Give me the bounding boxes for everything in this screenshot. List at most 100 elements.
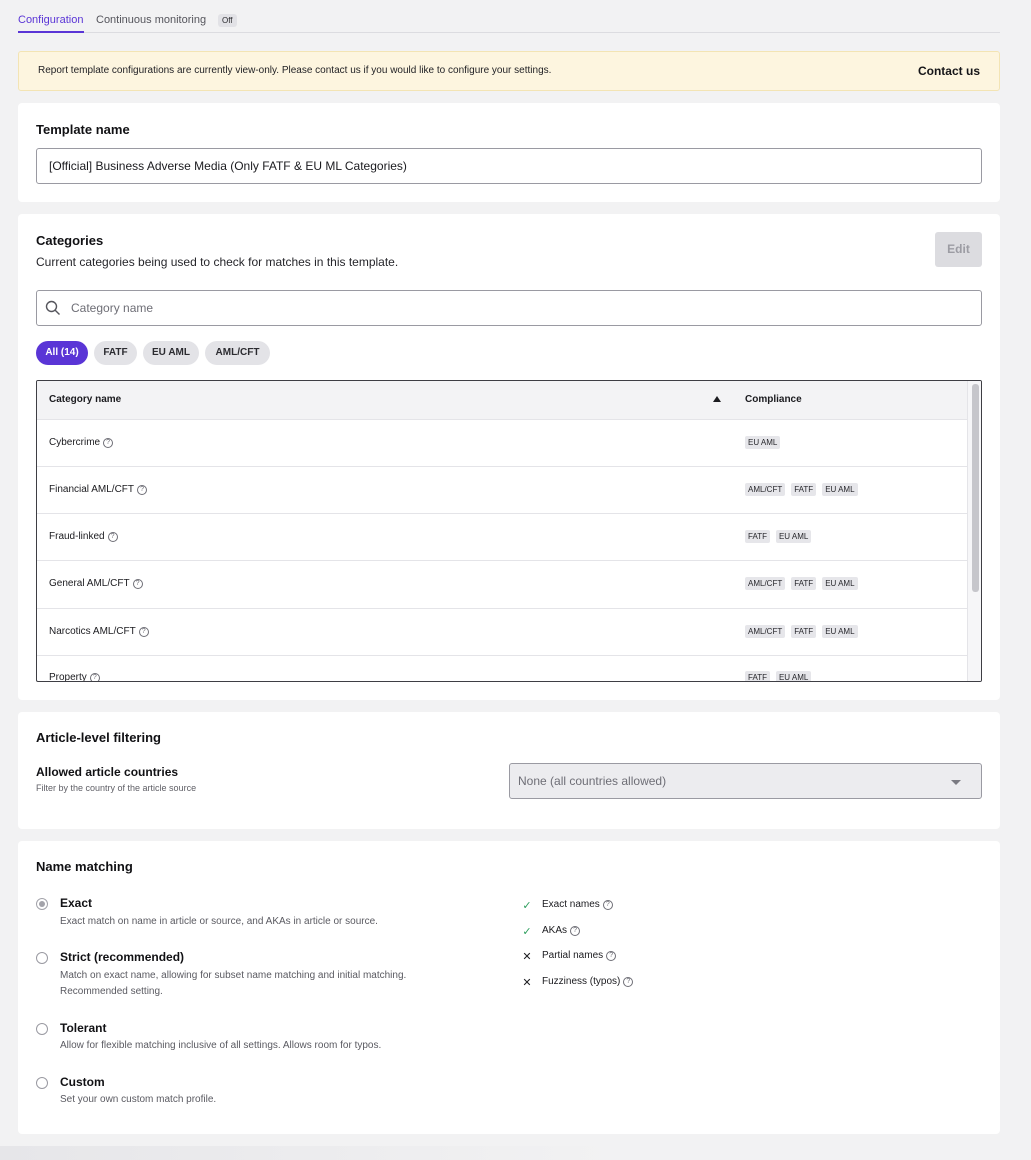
category-name: Property bbox=[49, 672, 87, 682]
compliance-tag: EU AML bbox=[822, 483, 858, 496]
article-filtering-card: Article-level filtering Allowed article … bbox=[18, 712, 1000, 829]
help-icon[interactable]: ? bbox=[107, 531, 118, 542]
option-strict-desc-2: Recommended setting. bbox=[60, 986, 163, 997]
article-filtering-title: Article-level filtering bbox=[36, 730, 161, 745]
option-tolerant-label: Tolerant bbox=[60, 1021, 107, 1035]
page-bottom-shadow bbox=[0, 1146, 1031, 1160]
compliance-tag: EU AML bbox=[745, 436, 781, 449]
help-icon[interactable]: ? bbox=[138, 626, 149, 637]
table-row: Fraud-linked? FATF EU AML bbox=[37, 513, 967, 560]
allowed-countries-help: Filter by the country of the article sou… bbox=[36, 783, 197, 793]
tab-continuous-monitoring[interactable]: Continuous monitoring bbox=[96, 14, 206, 26]
check-icon: ✓ bbox=[522, 926, 532, 938]
allowed-countries-select[interactable]: None (all countries allowed) bbox=[509, 763, 982, 799]
column-header-compliance: Compliance bbox=[745, 394, 802, 405]
categories-table: Category name Compliance Cybercrime? EU … bbox=[36, 380, 982, 682]
compliance-tag: FATF bbox=[791, 577, 817, 590]
allowed-countries-label: Allowed article countries bbox=[36, 765, 179, 779]
alert-message: Report template configurations are curre… bbox=[38, 65, 552, 76]
view-only-alert: Report template configurations are curre… bbox=[18, 51, 1000, 91]
table-scrollbar-thumb[interactable] bbox=[972, 384, 979, 592]
table-row: Narcotics AML/CFT? AML/CFT FATF EU AML bbox=[37, 608, 967, 655]
help-icon[interactable]: ? bbox=[570, 925, 581, 936]
select-value: None (all countries allowed) bbox=[518, 774, 667, 788]
table-header: Category name Compliance bbox=[37, 381, 967, 419]
monitoring-status-badge: Off bbox=[218, 14, 237, 27]
table-row: General AML/CFT? AML/CFT FATF EU AML bbox=[37, 560, 967, 607]
active-tab-indicator bbox=[18, 31, 84, 33]
compliance-tags: EU AML bbox=[745, 436, 781, 449]
category-name: Fraud-linked bbox=[49, 531, 105, 542]
search-icon bbox=[45, 300, 60, 315]
chevron-down-icon bbox=[951, 780, 961, 785]
help-icon[interactable]: ? bbox=[606, 950, 617, 961]
contact-us-link[interactable]: Contact us bbox=[918, 64, 980, 78]
help-icon[interactable]: ? bbox=[132, 578, 143, 589]
filter-chip-eu-aml[interactable]: EU AML bbox=[143, 341, 199, 365]
template-name-input[interactable]: [Official] Business Adverse Media (Only … bbox=[36, 148, 982, 184]
categories-title: Categories bbox=[36, 233, 104, 248]
help-icon[interactable]: ? bbox=[137, 484, 148, 495]
table-scroll-track[interactable] bbox=[967, 381, 981, 681]
filter-chip-all[interactable]: All (14) bbox=[36, 341, 88, 365]
option-strict-desc: Match on exact name, allowing for subset… bbox=[60, 970, 407, 981]
template-name-card: Template name [Official] Business Advers… bbox=[18, 103, 1000, 202]
radio-strict[interactable] bbox=[36, 952, 48, 964]
compliance-tag: EU AML bbox=[822, 577, 858, 590]
category-name: Narcotics AML/CFT bbox=[49, 626, 136, 637]
search-placeholder: Category name bbox=[71, 301, 154, 315]
template-name-title: Template name bbox=[36, 122, 130, 137]
compliance-tags: AML/CFT FATF EU AML bbox=[745, 625, 858, 638]
category-name: General AML/CFT bbox=[49, 578, 130, 589]
compliance-tag: FATF bbox=[791, 483, 817, 496]
compliance-tag: EU AML bbox=[822, 625, 858, 638]
compliance-tag: EU AML bbox=[775, 530, 812, 543]
option-tolerant-desc: Allow for flexible matching inclusive of… bbox=[60, 1040, 382, 1051]
feature-akas: AKAs bbox=[542, 925, 568, 936]
feature-exact-names: Exact names bbox=[542, 899, 600, 910]
radio-custom[interactable] bbox=[36, 1077, 48, 1089]
compliance-tag: FATF bbox=[745, 530, 770, 543]
compliance-tag: AML/CFT bbox=[745, 625, 786, 638]
category-name: Cybercrime bbox=[49, 437, 101, 448]
help-icon[interactable]: ? bbox=[602, 899, 613, 910]
table-row: Financial AML/CFT? AML/CFT FATF EU AML bbox=[37, 466, 967, 513]
radio-tolerant[interactable] bbox=[36, 1023, 48, 1035]
compliance-tag: AML/CFT bbox=[745, 577, 786, 590]
compliance-tags: AML/CFT FATF EU AML bbox=[745, 577, 858, 590]
tab-configuration[interactable]: Configuration bbox=[18, 14, 83, 26]
name-matching-title: Name matching bbox=[36, 859, 133, 874]
column-header-category-name[interactable]: Category name bbox=[49, 394, 121, 405]
help-icon[interactable]: ? bbox=[623, 976, 634, 987]
categories-card: Categories Current categories being used… bbox=[18, 214, 1000, 700]
name-matching-card: Name matching Exact Exact match on name … bbox=[18, 841, 1000, 1134]
categories-subtitle: Current categories being used to check f… bbox=[36, 255, 399, 269]
compliance-tag: FATF bbox=[745, 671, 770, 681]
option-exact-desc: Exact match on name in article or source… bbox=[60, 916, 378, 927]
filter-chip-fatf[interactable]: FATF bbox=[94, 341, 137, 365]
help-icon[interactable]: ? bbox=[103, 437, 114, 448]
compliance-tag: AML/CFT bbox=[745, 483, 786, 496]
option-custom-label: Custom bbox=[60, 1075, 105, 1089]
compliance-tag: FATF bbox=[791, 625, 817, 638]
category-name: Financial AML/CFT bbox=[49, 484, 135, 495]
option-strict-label: Strict (recommended) bbox=[60, 950, 185, 964]
compliance-tags: AML/CFT FATF EU AML bbox=[745, 483, 858, 496]
radio-exact[interactable] bbox=[36, 898, 48, 910]
tab-bar: Configuration Continuous monitoring Off bbox=[18, 0, 1000, 33]
option-custom-desc: Set your own custom match profile. bbox=[60, 1094, 217, 1105]
feature-partial-names: Partial names bbox=[542, 950, 604, 961]
table-row: Property? FATF EU AML bbox=[37, 655, 967, 682]
help-icon[interactable]: ? bbox=[89, 672, 100, 681]
compliance-tag: EU AML bbox=[775, 671, 812, 681]
table-row: Cybercrime? EU AML bbox=[37, 419, 967, 466]
sort-ascending-icon[interactable] bbox=[713, 396, 721, 402]
cross-icon: ✕ bbox=[522, 951, 532, 963]
feature-fuzziness: Fuzziness (typos) bbox=[542, 976, 621, 987]
category-search-input[interactable]: Category name bbox=[36, 290, 982, 326]
filter-chip-aml-cft[interactable]: AML/CFT bbox=[205, 341, 270, 365]
option-exact-label: Exact bbox=[60, 896, 93, 910]
compliance-tags: FATF EU AML bbox=[745, 671, 812, 681]
edit-categories-button[interactable]: Edit bbox=[935, 232, 982, 267]
check-icon: ✓ bbox=[522, 900, 532, 912]
